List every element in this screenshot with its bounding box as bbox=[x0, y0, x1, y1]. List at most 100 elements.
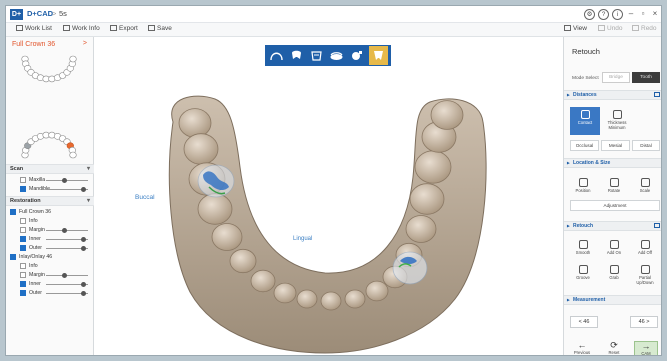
camera-icon[interactable] bbox=[347, 46, 366, 65]
scale-button[interactable]: Scale bbox=[630, 175, 660, 203]
contact-button[interactable]: Contact bbox=[570, 107, 600, 135]
export-button[interactable]: Export bbox=[110, 25, 138, 32]
chevron-right-icon[interactable]: > bbox=[83, 40, 87, 47]
location-size-header[interactable]: Location & Size bbox=[564, 158, 661, 168]
layer-row[interactable]: Inner bbox=[6, 235, 94, 243]
layer-row[interactable]: Margin bbox=[6, 226, 94, 234]
maximize-button[interactable]: ▫ bbox=[638, 9, 648, 19]
layer-row[interactable]: Mandible bbox=[6, 185, 94, 193]
jaw-tooth[interactable] bbox=[365, 280, 389, 302]
arch-icon[interactable] bbox=[267, 46, 286, 65]
copy-icon[interactable] bbox=[654, 92, 660, 97]
tooth-chart[interactable] bbox=[16, 53, 82, 161]
jaw-tooth[interactable] bbox=[414, 150, 452, 184]
opacity-slider-handle[interactable] bbox=[62, 272, 68, 278]
visibility-checkbox[interactable] bbox=[20, 290, 26, 296]
copy-icon[interactable] bbox=[654, 223, 660, 228]
visibility-checkbox[interactable] bbox=[10, 209, 16, 215]
jaw-tooth[interactable] bbox=[296, 289, 318, 309]
mesial-button[interactable]: Mesial bbox=[601, 140, 630, 151]
view-button[interactable]: View bbox=[564, 25, 587, 32]
visibility-checkbox[interactable] bbox=[20, 245, 26, 251]
upper-arch[interactable] bbox=[21, 55, 77, 83]
measurement-header[interactable]: Measurement bbox=[564, 295, 661, 305]
partial-up-down-button[interactable]: Partial Up/Down bbox=[630, 262, 660, 290]
opacity-slider-handle[interactable] bbox=[62, 177, 68, 183]
work-list-button[interactable]: Work List bbox=[16, 25, 52, 32]
opacity-slider-handle[interactable] bbox=[81, 236, 87, 242]
inlay-46-overlay[interactable] bbox=[392, 251, 428, 285]
close-button[interactable]: × bbox=[650, 9, 660, 19]
grab-button[interactable]: Grab bbox=[599, 262, 629, 290]
jaw-icon[interactable] bbox=[369, 46, 388, 65]
3d-viewport[interactable]: Buccal Lingual bbox=[95, 37, 562, 356]
layer-row[interactable]: Outer bbox=[6, 244, 94, 252]
groove-button[interactable]: Groove bbox=[568, 262, 598, 290]
smooth-button[interactable]: Smooth bbox=[568, 237, 598, 265]
undo-button[interactable]: Undo bbox=[598, 25, 623, 32]
visibility-checkbox[interactable] bbox=[20, 177, 26, 183]
jaw-model[interactable] bbox=[95, 37, 562, 356]
visibility-checkbox[interactable] bbox=[20, 236, 26, 242]
jaw-tooth[interactable] bbox=[344, 289, 366, 309]
visibility-checkbox[interactable] bbox=[20, 218, 26, 224]
next-tooth-button[interactable]: 46 > bbox=[630, 316, 658, 328]
jaw-tooth[interactable] bbox=[409, 183, 445, 215]
scan-section-header[interactable]: Scan ▾ bbox=[6, 164, 94, 174]
mode-tooth-button[interactable]: Tooth bbox=[632, 72, 660, 83]
previous-button[interactable]: ← Previous bbox=[570, 341, 594, 356]
rotate-button[interactable]: Rotate bbox=[599, 175, 629, 203]
restoration-title[interactable]: Full Crown 36 bbox=[12, 41, 55, 48]
cam-button[interactable]: → CAM bbox=[634, 341, 658, 355]
opacity-slider-handle[interactable] bbox=[81, 281, 87, 287]
jaw-tooth[interactable] bbox=[273, 282, 297, 304]
layer-row[interactable]: Info bbox=[6, 262, 94, 270]
occlusal-button[interactable]: Occlusal bbox=[570, 140, 599, 151]
jaw-tooth[interactable] bbox=[250, 269, 276, 293]
tooth-chart-tooth[interactable] bbox=[69, 151, 77, 159]
jaw-tooth[interactable] bbox=[211, 223, 243, 251]
settings-icon[interactable]: ⚙ bbox=[584, 9, 595, 20]
info-icon[interactable]: i bbox=[612, 9, 623, 20]
distances-header[interactable]: Distances bbox=[564, 90, 661, 100]
add-off-button[interactable]: Add Off bbox=[630, 237, 660, 265]
restoration-section-header[interactable]: Restoration ▾ bbox=[6, 196, 94, 206]
restoration-group[interactable]: Full Crown 36 bbox=[6, 208, 94, 216]
visibility-checkbox[interactable] bbox=[20, 263, 26, 269]
jaw-tooth[interactable] bbox=[430, 100, 464, 130]
mode-bridge-button[interactable]: Bridge bbox=[602, 72, 630, 83]
layer-row[interactable]: Maxilla bbox=[6, 176, 94, 184]
visibility-checkbox[interactable] bbox=[20, 186, 26, 192]
restoration-group[interactable]: Inlay/Onlay 46 bbox=[6, 253, 94, 261]
jaw-tooth[interactable] bbox=[229, 248, 257, 274]
lower-arch[interactable] bbox=[21, 131, 77, 159]
distal-button[interactable]: Distal bbox=[632, 140, 660, 151]
layer-row[interactable]: Info bbox=[6, 217, 94, 225]
adjustment-button[interactable]: Adjustment bbox=[570, 200, 660, 211]
opacity-slider-handle[interactable] bbox=[81, 290, 87, 296]
visibility-checkbox[interactable] bbox=[20, 272, 26, 278]
jaw-tooth[interactable] bbox=[320, 291, 342, 311]
jaw-tooth[interactable] bbox=[183, 133, 219, 165]
collapse-icon[interactable]: ▾ bbox=[87, 165, 90, 173]
gingiva-icon[interactable] bbox=[327, 46, 346, 65]
work-info-button[interactable]: Work Info bbox=[63, 25, 100, 32]
opacity-slider-handle[interactable] bbox=[81, 186, 87, 192]
redo-button[interactable]: Redo bbox=[632, 25, 657, 32]
previous-tooth-button[interactable]: < 46 bbox=[570, 316, 598, 328]
save-button[interactable]: Save bbox=[148, 25, 172, 32]
jaw-tooth[interactable] bbox=[197, 193, 233, 225]
layer-row[interactable]: Inner bbox=[6, 280, 94, 288]
reset-button[interactable]: ⟳ Reset bbox=[602, 341, 626, 356]
position-button[interactable]: Position bbox=[568, 175, 598, 203]
thickness-minimum-button[interactable]: Thickness Minimum bbox=[602, 107, 632, 135]
help-icon[interactable]: ? bbox=[598, 9, 609, 20]
visibility-checkbox[interactable] bbox=[20, 227, 26, 233]
minimize-button[interactable]: – bbox=[626, 9, 636, 19]
layer-row[interactable]: Outer bbox=[6, 289, 94, 297]
opacity-slider-handle[interactable] bbox=[81, 245, 87, 251]
opacity-slider-handle[interactable] bbox=[62, 227, 68, 233]
visibility-checkbox[interactable] bbox=[10, 254, 16, 260]
layer-row[interactable]: Margin bbox=[6, 271, 94, 279]
tooth-icon[interactable] bbox=[287, 46, 306, 65]
